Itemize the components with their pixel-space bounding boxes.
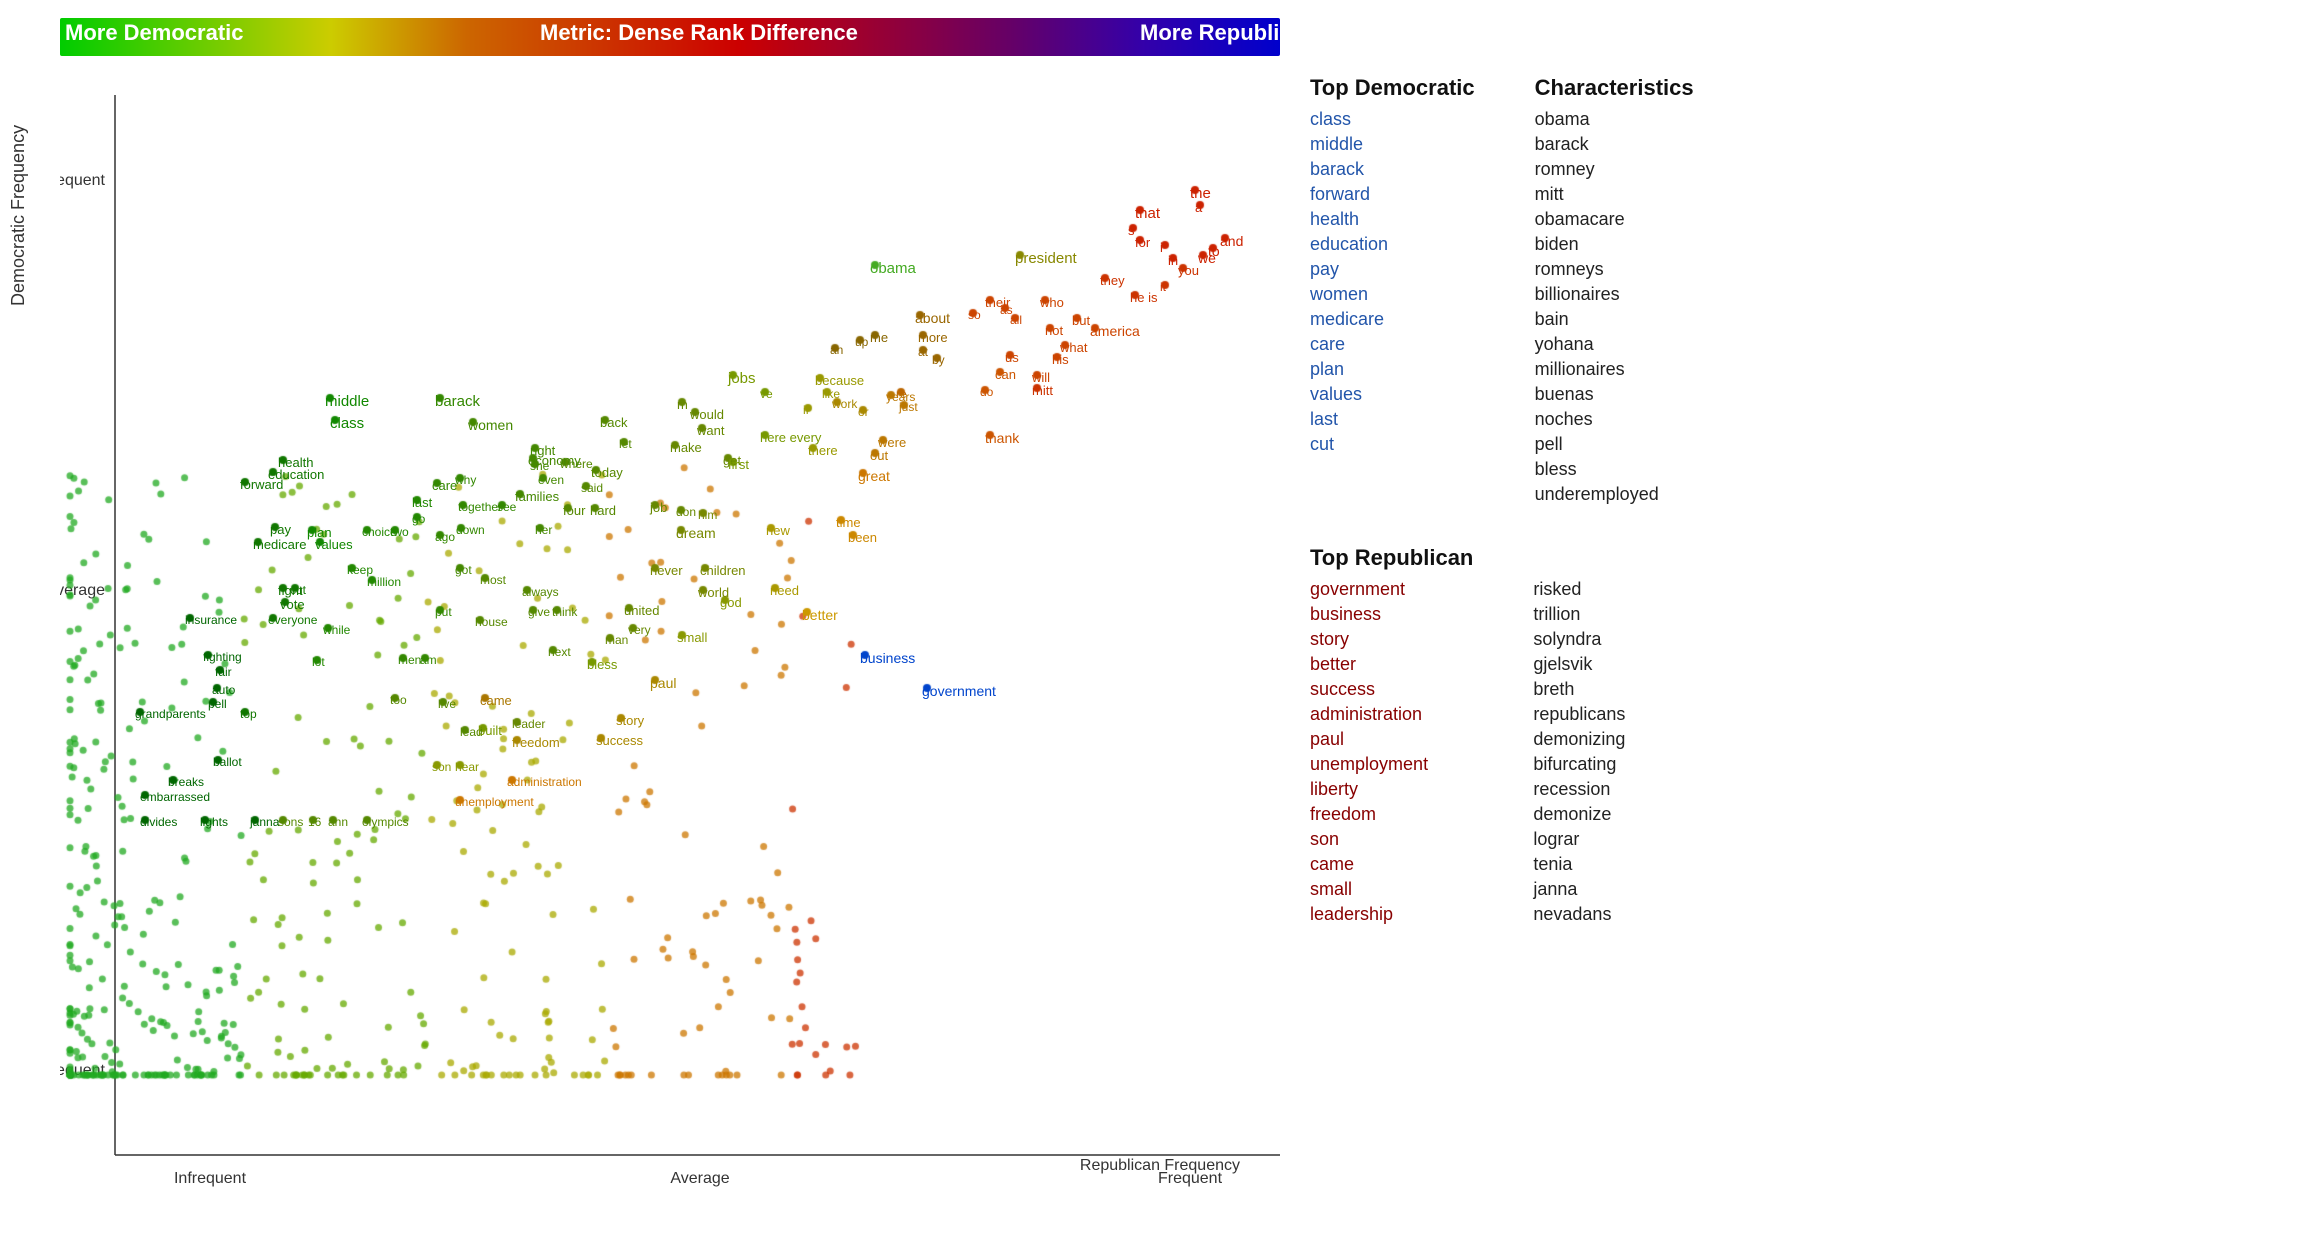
svg-text:Infrequent: Infrequent xyxy=(174,1170,247,1187)
dem-char-item: biden xyxy=(1535,234,1694,255)
dem-word-item: middle xyxy=(1310,134,1475,155)
dem-words-list: class middle barack forward health education p… xyxy=(1310,109,1475,455)
gradient-label-left: More Democratic xyxy=(65,20,244,46)
y-axis-title: Democratic Frequency xyxy=(8,75,29,355)
svg-text:Frequent: Frequent xyxy=(1158,1170,1223,1187)
rep-char-item: gjelsvik xyxy=(1533,654,1692,675)
dem-char-item: yohana xyxy=(1535,334,1694,355)
rep-word-item: better xyxy=(1310,654,1473,675)
dem-char-item: obama xyxy=(1535,109,1694,130)
rep-word-item: came xyxy=(1310,854,1473,875)
dem-char-item: romney xyxy=(1535,159,1694,180)
rep-char-item: solyndra xyxy=(1533,629,1692,650)
dem-word-item: barack xyxy=(1310,159,1475,180)
dem-char-item: barack xyxy=(1535,134,1694,155)
rep-char-item: nevadans xyxy=(1533,904,1692,925)
rep-char-item: demonizing xyxy=(1533,729,1692,750)
rep-word-item: liberty xyxy=(1310,779,1473,800)
rep-char-item: republicans xyxy=(1533,704,1692,725)
rep-word-item: leadership xyxy=(1310,904,1473,925)
rep-legend-title: Top Republican xyxy=(1310,545,1473,571)
gradient-label-center: Metric: Dense Rank Difference xyxy=(540,20,858,46)
rep-word-item: business xyxy=(1310,604,1473,625)
rep-word-item: freedom xyxy=(1310,804,1473,825)
dem-word-item: health xyxy=(1310,209,1475,230)
gradient-label-right: More Republican xyxy=(1140,20,1317,46)
dem-char-title: Characteristics xyxy=(1535,75,1694,101)
rep-word-item: story xyxy=(1310,629,1473,650)
rep-char-item: tenia xyxy=(1533,854,1692,875)
dem-char-item: mitt xyxy=(1535,184,1694,205)
rep-char-item: risked xyxy=(1533,579,1692,600)
dem-char-item: bain xyxy=(1535,309,1694,330)
dem-char-item: bless xyxy=(1535,459,1694,480)
dem-word-item: medicare xyxy=(1310,309,1475,330)
dem-char-item: obamacare xyxy=(1535,209,1694,230)
rep-chars-list: risked trillion solyndra gjelsvik breth repub… xyxy=(1533,579,1692,925)
dem-char-item: buenas xyxy=(1535,384,1694,405)
dem-word-item: class xyxy=(1310,109,1475,130)
svg-text:Republican Frequency: Republican Frequency xyxy=(1080,1157,1240,1174)
rep-char-item: lograr xyxy=(1533,829,1692,850)
rep-word-item: son xyxy=(1310,829,1473,850)
dem-char-item: billionaires xyxy=(1535,284,1694,305)
dem-word-item: pay xyxy=(1310,259,1475,280)
rep-word-item: small xyxy=(1310,879,1473,900)
dem-chars-list: obama barack romney mitt obamacare biden romne… xyxy=(1535,109,1694,505)
rep-char-item: trillion xyxy=(1533,604,1692,625)
svg-text:Average: Average xyxy=(670,1170,729,1187)
rep-word-item: unemployment xyxy=(1310,754,1473,775)
rep-char-item: recession xyxy=(1533,779,1692,800)
dem-char-item: noches xyxy=(1535,409,1694,430)
rep-char-item: bifurcating xyxy=(1533,754,1692,775)
rep-char-item: breth xyxy=(1533,679,1692,700)
rep-word-item: success xyxy=(1310,679,1473,700)
dem-legend-title: Top Democratic xyxy=(1310,75,1475,101)
dem-char-item: pell xyxy=(1535,434,1694,455)
scatter-chart xyxy=(60,75,1280,1155)
rep-words-list: government business story better success admi… xyxy=(1310,579,1473,925)
rep-char-item: demonize xyxy=(1533,804,1692,825)
dem-char-item: underemployed xyxy=(1535,484,1694,505)
dem-word-item: forward xyxy=(1310,184,1475,205)
dem-word-item: women xyxy=(1310,284,1475,305)
rep-char-item: janna xyxy=(1533,879,1692,900)
rep-word-item: paul xyxy=(1310,729,1473,750)
dem-char-item: romneys xyxy=(1535,259,1694,280)
dem-word-item: last xyxy=(1310,409,1475,430)
dem-word-item: values xyxy=(1310,384,1475,405)
rep-word-item: administration xyxy=(1310,704,1473,725)
dem-word-item: care xyxy=(1310,334,1475,355)
dem-char-item: millionaires xyxy=(1535,359,1694,380)
dem-word-item: education xyxy=(1310,234,1475,255)
dem-word-item: cut xyxy=(1310,434,1475,455)
legend-panel: Top Democratic class middle barack forward h… xyxy=(1310,75,2290,925)
rep-word-item: government xyxy=(1310,579,1473,600)
dem-word-item: plan xyxy=(1310,359,1475,380)
